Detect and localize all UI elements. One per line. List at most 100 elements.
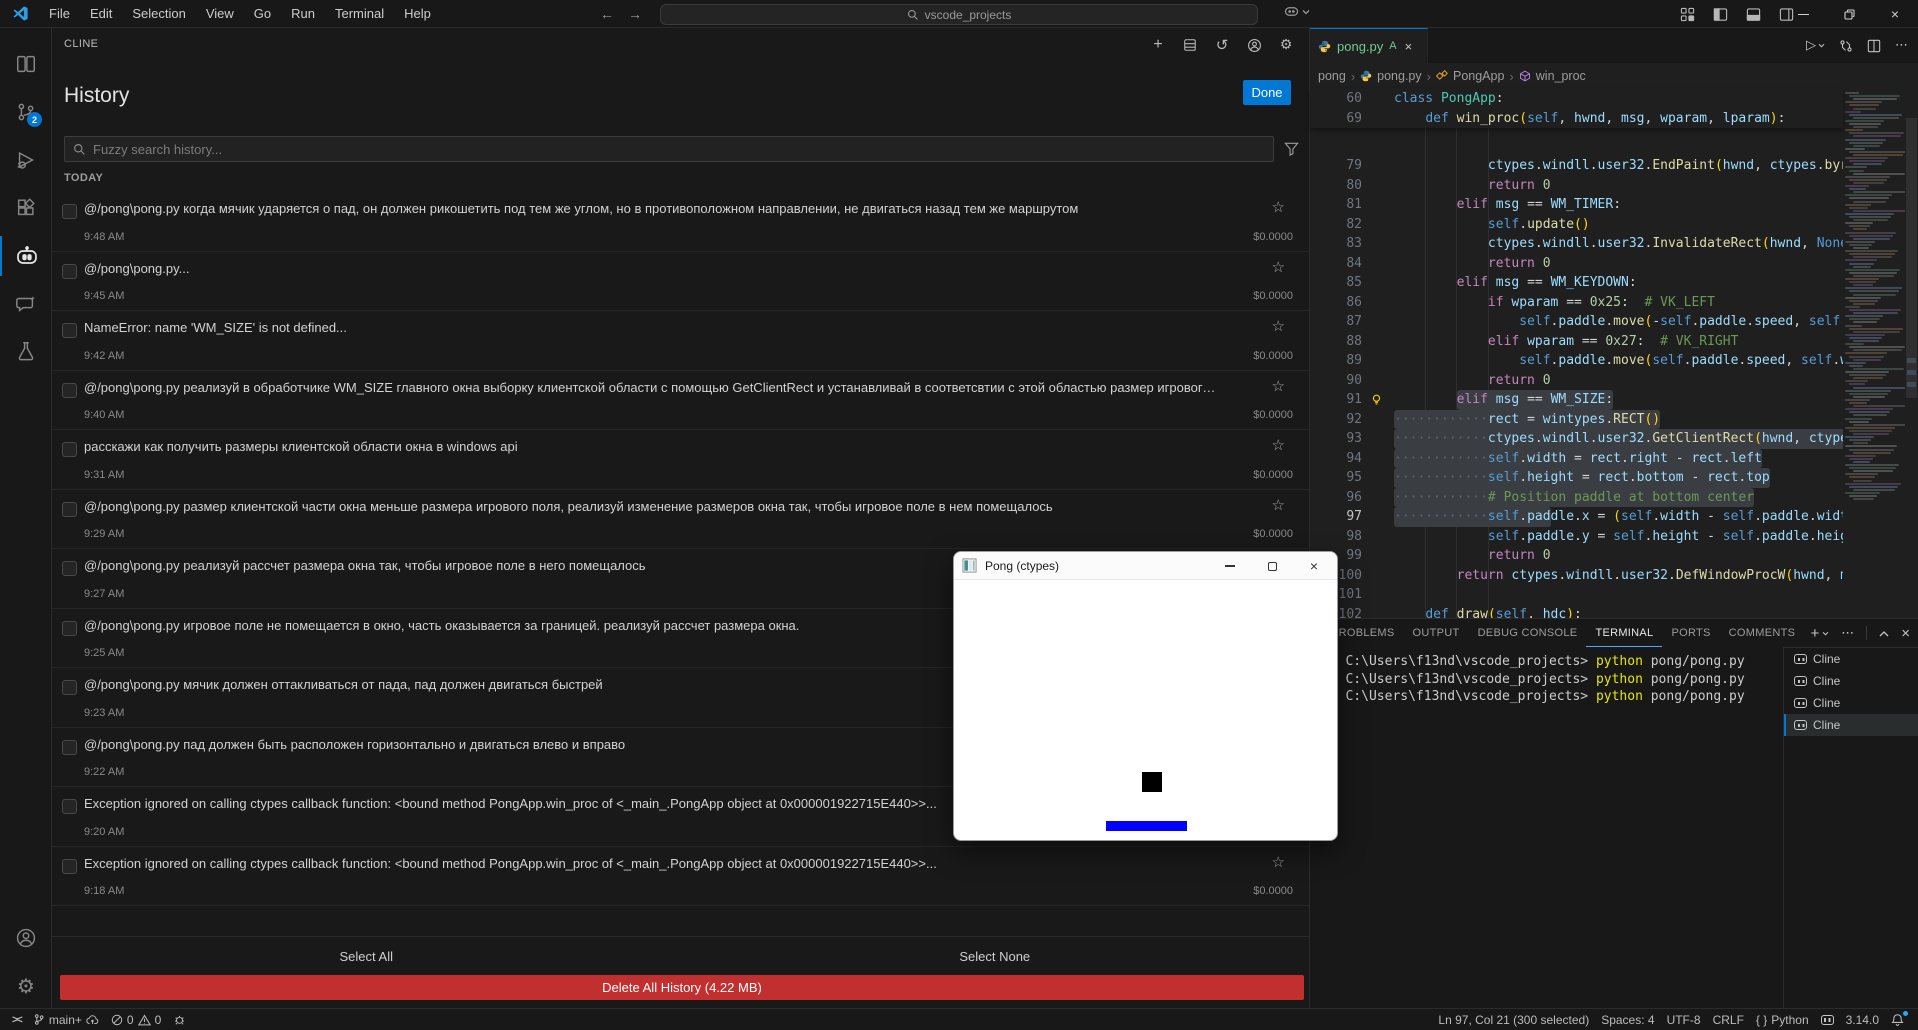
select-all-button[interactable]: Select All (52, 937, 681, 976)
restore-button[interactable] (1826, 0, 1872, 28)
code-area[interactable]: 79 ctypes.windll.user32.EndPaint(hwnd, c… (1310, 128, 1843, 618)
menu-go[interactable]: Go (244, 0, 281, 28)
code-action-lightbulb-icon[interactable] (1370, 390, 1383, 406)
menu-help[interactable]: Help (394, 0, 441, 28)
settings-gear-icon[interactable]: ⚙ (0, 966, 52, 1006)
panel-tab-terminal[interactable]: TERMINAL (1586, 619, 1663, 647)
item-checkbox[interactable] (62, 204, 77, 219)
minimap[interactable] (1843, 88, 1905, 618)
pong-close-button[interactable]: × (1293, 552, 1335, 580)
run-debug-icon[interactable] (0, 140, 52, 180)
history-item[interactable]: расскажи как получить размеры клиентской… (52, 430, 1309, 490)
remote-indicator[interactable]: >< (6, 1009, 27, 1030)
terminal-session-cline[interactable]: Cline (1784, 714, 1918, 736)
favorite-star-icon[interactable]: ☆ (1272, 496, 1285, 514)
overview-ruler[interactable] (1905, 88, 1918, 618)
history-item[interactable]: @/pong\pong.py реализуй в обработчике WM… (52, 371, 1309, 430)
toggle-sidebar-icon[interactable] (1713, 7, 1728, 22)
tab-close-icon[interactable]: × (1405, 39, 1413, 54)
test-flask-icon[interactable] (0, 331, 52, 371)
item-checkbox[interactable] (62, 739, 77, 755)
split-editor-icon[interactable] (1867, 39, 1881, 53)
explorer-icon[interactable] (0, 44, 52, 84)
item-checkbox[interactable] (62, 620, 77, 636)
customize-layout-icon[interactable] (1680, 7, 1695, 22)
problems-item[interactable]: 0 0 (105, 1009, 167, 1030)
favorite-star-icon[interactable]: ☆ (1272, 853, 1285, 871)
favorite-star-icon[interactable]: ☆ (1272, 436, 1285, 454)
open-changes-icon[interactable] (1839, 39, 1853, 53)
new-task-icon[interactable]: + (1149, 36, 1167, 54)
minimize-button[interactable] (1780, 0, 1826, 28)
panel-tab-debug-console[interactable]: DEBUG CONSOLE (1469, 619, 1587, 647)
filter-icon[interactable] (1284, 141, 1299, 156)
item-checkbox[interactable] (62, 382, 77, 398)
item-checkbox[interactable] (62, 858, 77, 874)
scrollbar-thumb[interactable] (1906, 118, 1917, 398)
python-version[interactable]: 3.14.0 (1840, 1009, 1885, 1030)
terminal-session-cline[interactable]: Cline (1784, 692, 1918, 714)
extensions-icon[interactable] (0, 188, 52, 228)
copilot-menu[interactable] (1284, 5, 1310, 18)
git-branch-item[interactable]: main+ (27, 1009, 105, 1030)
new-terminal-icon[interactable]: + (1810, 625, 1829, 642)
command-center-search[interactable]: vscode_projects (660, 4, 1258, 25)
history-item[interactable]: @/pong\pong.py... 9:45 AM ☆ $0.0000 (52, 252, 1309, 311)
more-actions-icon[interactable]: ⋯ (1895, 38, 1908, 53)
source-control-icon[interactable]: 2 (0, 92, 52, 132)
language-mode[interactable]: { } Python (1750, 1009, 1815, 1030)
favorite-star-icon[interactable]: ☆ (1272, 377, 1285, 395)
panel-tab-ports[interactable]: PORTS (1662, 619, 1719, 647)
item-checkbox[interactable] (62, 442, 77, 457)
panel-more-icon[interactable]: ⋯ (1841, 626, 1854, 641)
select-none-button[interactable]: Select None (681, 937, 1310, 976)
delete-all-history-button[interactable]: Delete All History (4.22 MB) (60, 975, 1304, 1000)
account-icon[interactable] (0, 918, 52, 958)
toggle-panel-icon[interactable] (1746, 7, 1761, 22)
favorite-star-icon[interactable]: ☆ (1272, 198, 1285, 216)
favorite-star-icon[interactable]: ☆ (1272, 258, 1285, 276)
history-item[interactable]: Exception ignored on calling ctypes call… (52, 847, 1309, 906)
favorite-star-icon[interactable]: ☆ (1272, 317, 1285, 335)
panel-tab-output[interactable]: OUTPUT (1404, 619, 1469, 647)
breadcrumb-file[interactable]: pong.py (1377, 69, 1421, 83)
history-item[interactable]: NameError: name 'WM_SIZE' is not defined… (52, 311, 1309, 371)
item-checkbox[interactable] (62, 323, 77, 338)
cursor-position[interactable]: Ln 97, Col 21 (300 selected) (1432, 1009, 1595, 1030)
cline-settings-gear-icon[interactable]: ⚙ (1277, 36, 1295, 54)
terminal-session-cline[interactable]: Cline (1784, 648, 1918, 670)
done-button[interactable]: Done (1243, 80, 1291, 105)
menu-edit[interactable]: Edit (80, 0, 122, 28)
history-search-input[interactable] (93, 141, 1265, 157)
terminal-output[interactable]: PS C:\Users\f13nd\vscode_projects> pytho… (1322, 653, 1778, 1008)
copilot-status-icon[interactable] (1815, 1009, 1840, 1030)
close-panel-icon[interactable]: × (1901, 625, 1910, 642)
cline-icon[interactable] (0, 236, 52, 276)
panel-tab-comments[interactable]: COMMENTS (1720, 619, 1805, 647)
item-checkbox[interactable] (62, 263, 77, 279)
account-circle-icon[interactable] (1245, 36, 1263, 54)
tab-pong-py[interactable]: pong.py A × (1310, 28, 1428, 63)
menu-run[interactable]: Run (281, 0, 325, 28)
chat-icon[interactable] (0, 284, 52, 324)
item-checkbox[interactable] (62, 799, 77, 814)
notifications-bell[interactable] (1885, 1009, 1910, 1030)
menu-view[interactable]: View (196, 0, 244, 28)
maximize-panel-icon[interactable] (1879, 630, 1889, 637)
close-window-button[interactable]: × (1872, 0, 1918, 28)
menu-file[interactable]: File (39, 0, 80, 28)
menu-selection[interactable]: Selection (122, 0, 195, 28)
pong-maximize-button[interactable] (1251, 552, 1293, 580)
history-icon[interactable]: ↺ (1213, 36, 1231, 54)
item-checkbox[interactable] (62, 501, 77, 517)
breadcrumb-folder[interactable]: pong (1318, 69, 1346, 83)
history-item[interactable]: @/pong\pong.py размер клиентской части о… (52, 490, 1309, 549)
back-arrow-icon[interactable]: ← (600, 6, 614, 22)
indentation[interactable]: Spaces: 4 (1595, 1009, 1660, 1030)
pong-title-bar[interactable]: Pong (ctypes) × (954, 552, 1337, 580)
pong-minimize-button[interactable] (1209, 552, 1251, 580)
eol-sequence[interactable]: CRLF (1707, 1009, 1750, 1030)
terminal-session-cline[interactable]: Cline (1784, 670, 1918, 692)
forward-arrow-icon[interactable]: → (628, 6, 642, 22)
debug-status-icon[interactable] (167, 1009, 192, 1030)
